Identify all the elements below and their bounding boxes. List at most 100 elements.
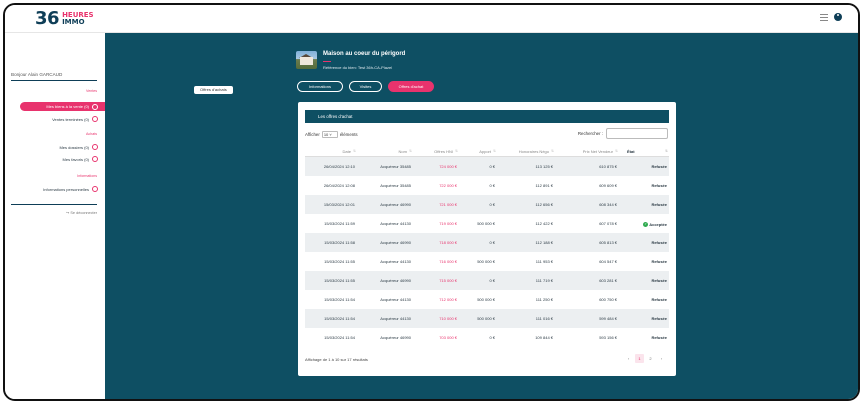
cell-offre: 724 000 € [439,164,457,169]
cell-etat: Refusée [651,240,667,245]
sidebar-divider [11,204,97,205]
table-row[interactable]: 15/03/2024 11:54 Acquéreur 44130 710 000 €… [305,309,669,328]
logout-icon: ↪ [66,211,70,215]
cell-nom: Acquéreur 44130 [380,316,411,321]
cell-nom: Acquéreur 46990 [380,335,411,340]
cell-nom: Acquéreur 46990 [380,240,411,245]
cell-prix-net: 604 547 € [599,259,617,264]
cell-honoraires: 111 016 € [535,316,553,321]
cell-offre: 715 000 € [439,278,457,283]
table-row[interactable]: 15/03/2024 11:59 Acquéreur 44130 719 000 €… [305,214,669,233]
accepted-status: ✓ Acceptée [643,221,667,227]
cell-etat: Refusée [651,202,667,207]
property-title: Maison au coeur du périgord [323,51,406,57]
cell-date: 15/03/2024 11:54 [324,297,355,302]
cell-nom: Acquéreur 46990 [380,202,411,207]
pagination: ‹ 1 2 › [624,354,666,363]
cell-prix-net: 605 813 € [599,240,617,245]
sidebar-item-label: Ventes terminées (0) [52,116,89,122]
offers-panel: Les offres d'achat Afficher 10 ˅ élément… [298,102,676,376]
user-icon [92,186,98,192]
table-row[interactable]: 15/03/2024 11:55 Acquéreur 44130 716 000 €… [305,252,669,271]
cell-etat: Refusée [651,183,667,188]
chevron-down-icon: ˅ [329,132,332,137]
title-underline [323,61,331,62]
next-page-button[interactable]: › [657,354,666,363]
cell-etat: ✓ Acceptée [619,221,669,227]
cell-date: 15/03/2024 11:54 [324,316,355,321]
page-2-button[interactable]: 2 [646,354,655,363]
cell-offre: 712 000 € [439,297,457,302]
table-row[interactable]: 26/04/2024 12:10 Acquéreur 35485 724 000 €… [305,157,669,176]
cell-prix-net: 603 281 € [599,278,617,283]
cell-prix-net: 607 078 € [599,221,617,226]
cell-offre: 710 000 € [439,316,457,321]
sidebar-item-label: Informations personnelles [43,186,89,192]
search-input[interactable] [606,128,668,139]
table-row[interactable]: 15/03/2024 11:58 Acquéreur 46990 718 000 €… [305,233,669,252]
table-row[interactable]: 15/03/2024 12:01 Acquéreur 46990 721 000 €… [305,195,669,214]
panel-title: Les offres d'achat [305,110,669,123]
tab-informations[interactable]: Informations [297,81,343,92]
page-length-value: 10 [323,132,329,137]
check-icon: ✓ [643,221,649,227]
cell-prix-net: 608 344 € [599,202,617,207]
col-nom[interactable]: Nom [357,149,413,154]
brand-logo[interactable]: 36 HEURES IMMO [35,10,94,28]
search-label: Rechercher : [577,131,603,136]
sidebar-item-mes-dossiers[interactable]: Mes dossiers (0) [59,144,98,150]
page-1-button[interactable]: 1 [635,354,644,363]
sidebar-item-mes-favoris[interactable]: Mes favoris (0) [63,156,98,162]
cell-nom: Acquéreur 35485 [380,164,411,169]
cell-apport: 0 € [489,278,495,283]
sidebar: Bonjour Alain GARCAUD Ventes Mes biens à… [5,33,105,399]
prev-page-button[interactable]: ‹ [624,354,633,363]
tab-offres-achat[interactable]: Offres d'achat [388,81,434,92]
cell-nom: Acquéreur 35485 [380,183,411,188]
col-apport[interactable]: Apport [459,149,497,154]
cell-etat: Refusée [651,316,667,321]
cell-honoraires: 111 250 € [535,297,553,302]
cell-etat: Refusée [651,335,667,340]
account-icon[interactable] [834,13,842,21]
cell-offre: 703 000 € [439,335,457,340]
property-reference: Référence du bien: Test 36h-CA-Plazel [323,65,393,70]
col-offres[interactable]: Offres HNI [413,149,459,154]
col-prix-net[interactable]: Prix Net Vendeur [555,149,619,154]
cell-date: 26/04/2024 12:10 [323,164,355,169]
cell-honoraires: 112 891 € [535,183,554,188]
page-length-control: Afficher 10 ˅ éléments [305,131,358,138]
cell-offre: 722 000 € [439,183,457,188]
check-circle-icon [92,116,98,122]
sidebar-item-informations-personnelles[interactable]: Informations personnelles [43,186,98,192]
table-row[interactable]: 15/03/2024 11:55 Acquéreur 46990 715 000 €… [305,271,669,290]
sidebar-item-mes-biens[interactable]: Mes biens à la vente (0) [20,102,105,111]
table-row[interactable]: 26/04/2024 12:08 Acquéreur 35485 722 000 €… [305,176,669,195]
sidebar-item-ventes-terminees[interactable]: Ventes terminées (0) [52,116,98,122]
heart-icon [92,156,98,162]
logout-link[interactable]: ↪ Se déconnecter [66,210,97,215]
col-honoraires[interactable]: Honoraires Négo [497,149,555,154]
section-achats: Achats [86,132,97,136]
cell-nom: Acquéreur 46990 [380,278,411,283]
cell-prix-net: 609 609 € [599,183,617,188]
page-length-select[interactable]: 10 ˅ [321,131,338,138]
logo-word-immo: IMMO [62,18,85,26]
cell-date: 15/03/2024 11:55 [324,259,355,264]
cell-offre: 718 000 € [439,240,457,245]
col-date[interactable]: Date [305,149,357,154]
table-header: Date Nom Offres HNI Apport Honoraires Né… [305,146,669,157]
cell-etat: Refusée [651,278,667,283]
col-etat[interactable]: État [619,149,669,154]
tab-visites[interactable]: Visites [349,81,382,92]
table-row[interactable]: 15/03/2024 11:54 Acquéreur 44130 712 000 €… [305,290,669,309]
cell-prix-net: 593 156 € [599,335,617,340]
cell-date: 26/04/2024 12:08 [323,183,355,188]
cell-honoraires: 109 844 € [535,335,553,340]
menu-icon[interactable] [820,13,828,21]
main-content: Offres d'achats Maison au coeur du périg… [105,33,858,399]
table-row[interactable]: 15/03/2024 11:54 Acquéreur 46990 703 000 €… [305,328,669,347]
logo-number: 36 [35,8,60,29]
top-bar: 36 HEURES IMMO [5,5,858,33]
cell-honoraires: 111 719 € [535,278,553,283]
